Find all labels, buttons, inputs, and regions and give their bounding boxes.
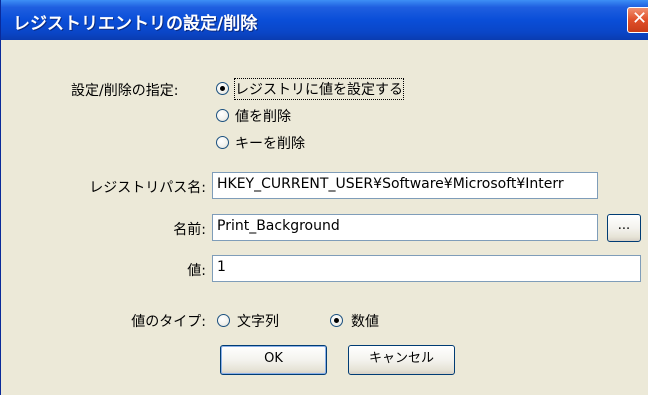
title-bar[interactable]: レジストリエントリの設定/削除 ✕	[1, 0, 648, 40]
radio-delete-key-label[interactable]: キーを削除	[235, 133, 305, 153]
ok-button[interactable]: OK	[220, 345, 327, 375]
close-icon: ✕	[632, 8, 648, 29]
radio-delete-value-label[interactable]: 値を削除	[235, 106, 291, 126]
name-label: 名前:	[173, 222, 206, 238]
radio-set-value[interactable]	[216, 82, 229, 95]
cancel-button[interactable]: キャンセル	[348, 345, 455, 375]
name-input[interactable]: Print_Background	[212, 214, 598, 241]
window-title: レジストリエントリの設定/削除	[13, 14, 258, 34]
value-label: 値:	[187, 263, 206, 279]
mode-label: 設定/削除の指定:	[71, 83, 179, 99]
radio-type-number-label[interactable]: 数値	[351, 311, 379, 331]
value-input[interactable]: 1	[212, 255, 641, 282]
radio-type-number[interactable]	[330, 314, 343, 327]
close-button[interactable]: ✕	[627, 7, 648, 33]
radio-delete-key[interactable]	[216, 136, 229, 149]
browse-button[interactable]: ...	[607, 214, 641, 242]
radio-delete-value[interactable]	[216, 109, 229, 122]
registry-path-input[interactable]: HKEY_CURRENT_USER¥Software¥Microsoft¥Int…	[212, 172, 598, 199]
registry-path-label: レジストリパス名:	[89, 180, 206, 196]
value-type-label: 値のタイプ:	[131, 314, 206, 330]
dialog-window: レジストリエントリの設定/削除 ✕ 設定/削除の指定: レジストリに値を設定する…	[0, 0, 648, 395]
radio-type-string[interactable]	[217, 314, 230, 327]
radio-set-value-label[interactable]: レジストリに値を設定する	[234, 78, 404, 100]
radio-type-string-label[interactable]: 文字列	[237, 311, 279, 331]
